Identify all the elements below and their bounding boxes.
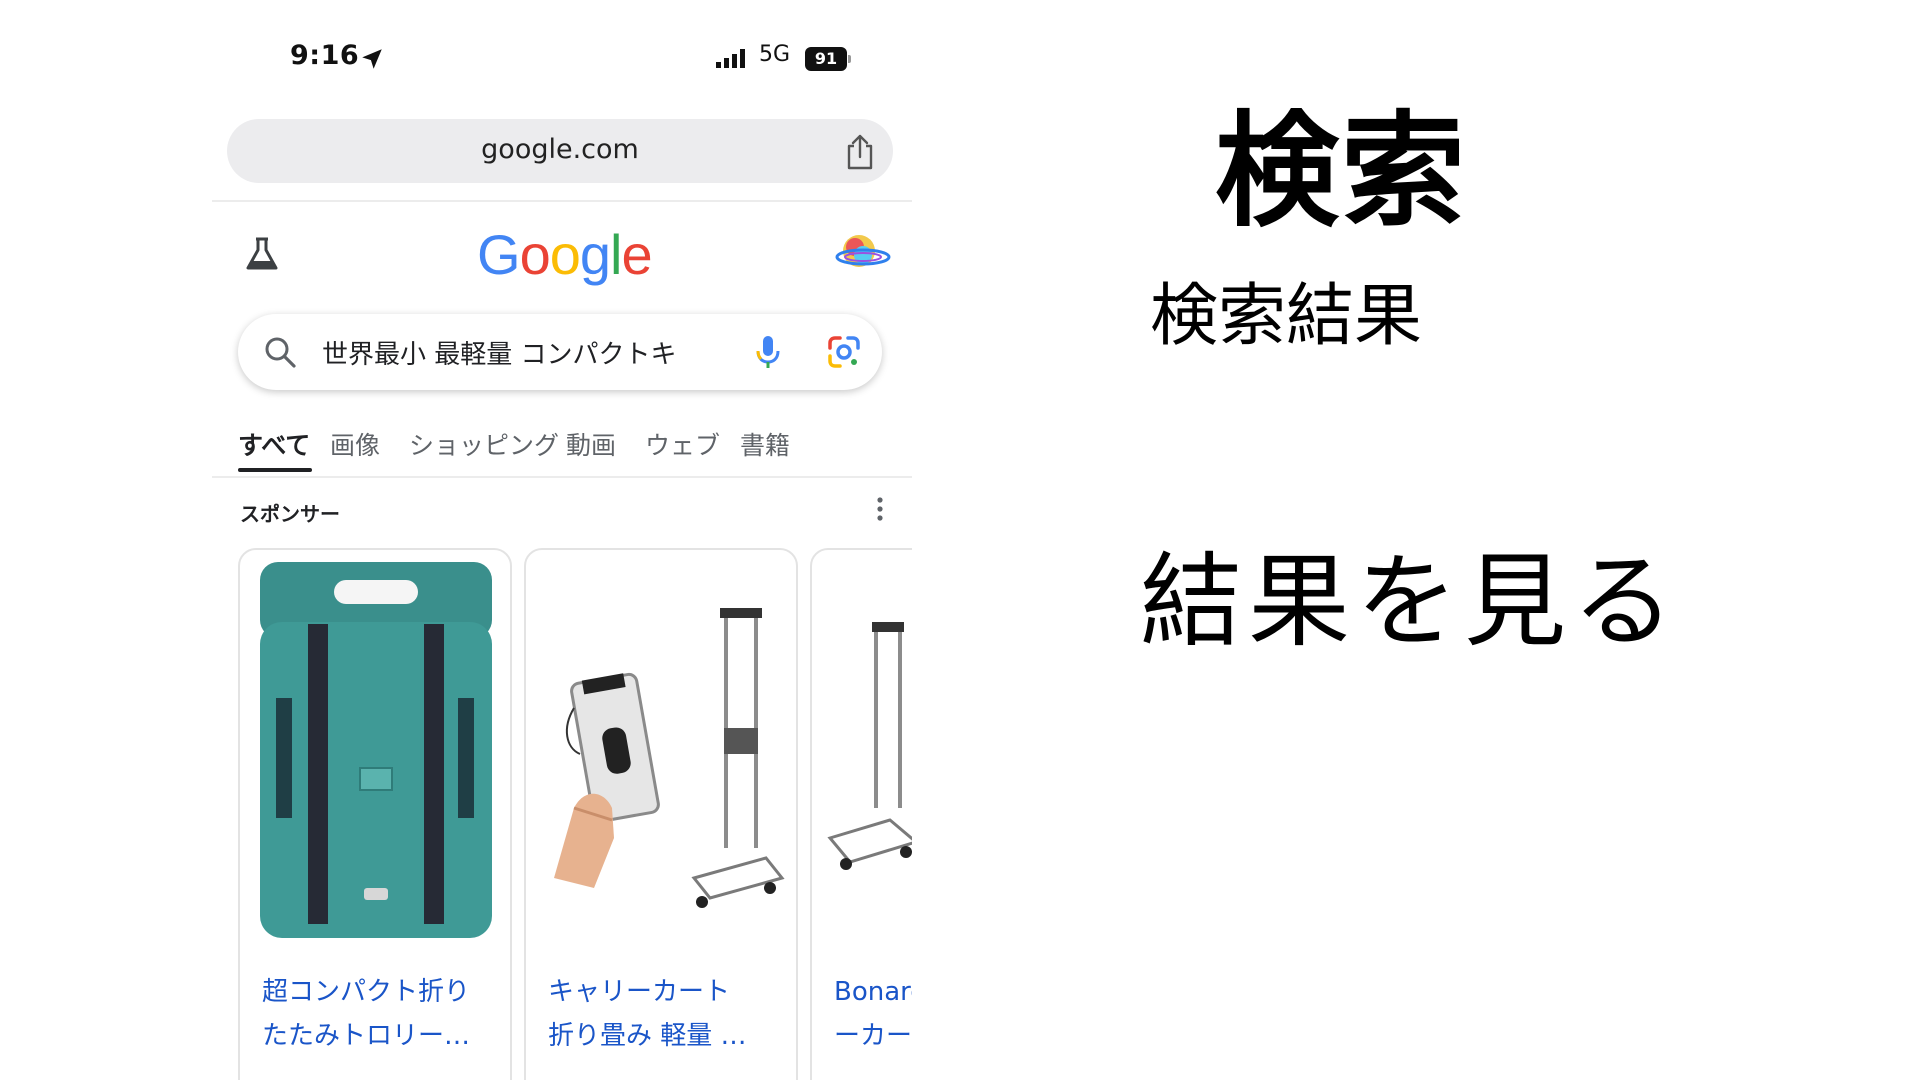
divider xyxy=(212,476,912,478)
product-image[interactable] xyxy=(820,558,912,948)
battery-icon: 91 xyxy=(805,47,851,71)
google-logo[interactable]: Google xyxy=(477,222,653,287)
tab-shopping[interactable]: ショッピング xyxy=(409,426,559,462)
battery-level: 91 xyxy=(805,47,847,71)
tab-web[interactable]: ウェブ xyxy=(645,426,720,462)
product-title-line[interactable]: ーカー xyxy=(834,1014,912,1058)
logo-letter: o xyxy=(549,223,581,286)
slide-heading: 検索 xyxy=(1215,100,1468,244)
product-image[interactable] xyxy=(534,558,790,948)
signal-icon xyxy=(716,49,745,68)
product-title-line[interactable]: Bonarc xyxy=(834,970,912,1014)
tab-all[interactable]: すべて xyxy=(238,426,310,462)
phone-screenshot: 9:16 5G 91 google.com Google 世界最小 最軽量 コン… xyxy=(212,0,912,1080)
address-bar[interactable]: google.com xyxy=(227,119,893,183)
location-arrow-icon xyxy=(362,49,382,69)
product-title-line[interactable]: キャリーカート xyxy=(548,970,784,1014)
more-vert-icon[interactable] xyxy=(875,496,885,522)
product-title-line[interactable]: 超コンパクト折り xyxy=(262,970,498,1014)
sponsored-label: スポンサー xyxy=(240,502,340,526)
url-text[interactable]: google.com xyxy=(227,134,893,165)
product-title-line[interactable]: 折り畳み 軽量 … xyxy=(548,1014,784,1058)
microphone-icon[interactable] xyxy=(748,332,788,372)
product-title[interactable]: Bonarc ーカー xyxy=(834,970,912,1058)
search-tabs: すべて 画像 ショッピング 動画 ウェブ 書籍 xyxy=(212,420,912,476)
logo-letter: l xyxy=(610,223,622,286)
status-bar: 9:16 5G 91 xyxy=(212,38,912,82)
tab-books[interactable]: 書籍 xyxy=(740,426,790,462)
network-label: 5G xyxy=(759,42,791,67)
profile-avatar[interactable] xyxy=(833,227,891,275)
search-box[interactable]: 世界最小 最軽量 コンパクトキ xyxy=(238,314,882,390)
product-image[interactable] xyxy=(248,558,504,948)
search-icon[interactable] xyxy=(262,334,298,370)
product-card[interactable]: Bonarc ーカー xyxy=(810,548,912,1080)
slide-subheading: 検索結果 xyxy=(1150,277,1423,356)
active-tab-indicator xyxy=(238,468,312,472)
battery-tip xyxy=(848,55,851,63)
slide-cta-text: 結果を見る xyxy=(1140,543,1680,662)
search-input[interactable]: 世界最小 最軽量 コンパクトキ xyxy=(322,334,740,371)
product-title-line[interactable]: たたみトロリー… xyxy=(262,1014,498,1058)
flask-icon[interactable] xyxy=(242,234,282,274)
product-card[interactable]: 超コンパクト折り たたみトロリー… xyxy=(238,548,512,1080)
google-lens-icon[interactable] xyxy=(824,332,864,372)
logo-letter: g xyxy=(579,223,611,286)
product-card[interactable]: キャリーカート 折り畳み 軽量 … xyxy=(524,548,798,1080)
divider xyxy=(212,200,912,202)
logo-letter: G xyxy=(477,223,521,286)
logo-letter: o xyxy=(519,223,551,286)
tab-images[interactable]: 画像 xyxy=(330,426,380,462)
product-title[interactable]: 超コンパクト折り たたみトロリー… xyxy=(262,970,498,1058)
product-title[interactable]: キャリーカート 折り畳み 軽量 … xyxy=(548,970,784,1058)
tab-videos[interactable]: 動画 xyxy=(566,426,616,462)
status-time: 9:16 xyxy=(290,40,360,71)
share-icon[interactable] xyxy=(843,133,877,171)
logo-letter: e xyxy=(621,223,652,286)
